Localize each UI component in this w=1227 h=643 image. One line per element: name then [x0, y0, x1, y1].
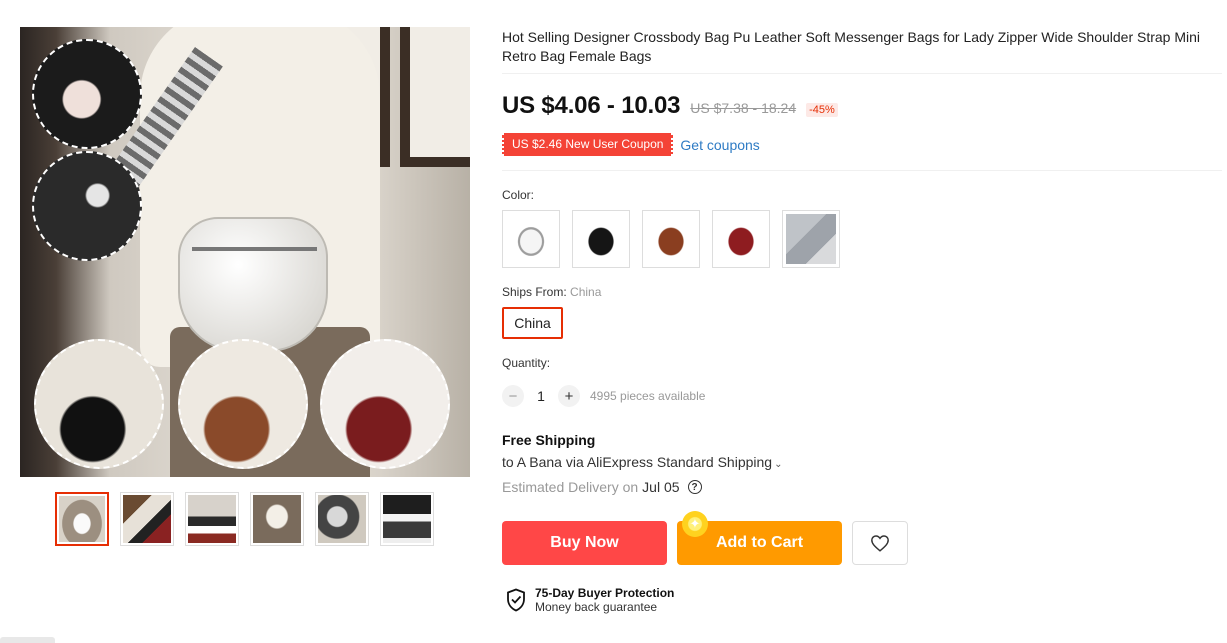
- color-swatch-gray[interactable]: [782, 210, 840, 268]
- thumbnail-4[interactable]: [250, 492, 304, 546]
- buyer-protection: 75-Day Buyer Protection Money back guara…: [506, 586, 674, 614]
- price-row: US $4.06 - 10.03 US $7.38 - 18.24 -45%: [502, 92, 838, 120]
- ships-from-selected: China: [570, 285, 602, 299]
- thumbnail-2[interactable]: [120, 492, 174, 546]
- protection-subtitle: Money back guarantee: [535, 600, 658, 614]
- delivery-date: Jul 05: [642, 479, 680, 495]
- estimated-delivery: Estimated Delivery on Jul 05 ?: [502, 479, 702, 495]
- detail-circle-brown-bag: [178, 339, 308, 469]
- chevron-down-icon: ⌄: [774, 459, 783, 470]
- white-bag: [178, 217, 328, 352]
- thumbnail-5[interactable]: [315, 492, 369, 546]
- color-swatches: [502, 210, 840, 268]
- main-product-image[interactable]: [20, 27, 470, 477]
- divider: [502, 73, 1222, 74]
- ships-from-option-china[interactable]: China: [502, 307, 563, 339]
- buy-now-button[interactable]: Buy Now: [502, 521, 667, 565]
- thumbnail-1[interactable]: [55, 492, 109, 546]
- color-swatch-white[interactable]: [502, 210, 560, 268]
- delivery-label: Estimated Delivery on: [502, 479, 639, 495]
- quantity-increase-button[interactable]: +: [558, 385, 580, 407]
- quantity-label: Quantity:: [502, 356, 551, 370]
- page-corner-tab: [0, 637, 55, 643]
- ships-from-text: Ships From:: [502, 285, 567, 299]
- new-user-coupon[interactable]: US $2.46 New User Coupon: [502, 133, 674, 156]
- current-price: US $4.06 - 10.03: [502, 92, 681, 119]
- shipping-method[interactable]: to A Bana via AliExpress Standard Shippi…: [502, 454, 782, 470]
- shield-check-icon: [507, 588, 525, 612]
- quantity-available: 4995 pieces available: [590, 389, 706, 403]
- quantity-decrease-button[interactable]: −: [502, 385, 524, 407]
- color-swatch-black[interactable]: [572, 210, 630, 268]
- protection-title: 75-Day Buyer Protection: [535, 586, 675, 600]
- help-icon[interactable]: ?: [687, 480, 702, 494]
- get-coupons-link[interactable]: Get coupons: [680, 137, 759, 153]
- thumbnail-strip: [55, 492, 434, 546]
- wishlist-button[interactable]: [852, 521, 908, 565]
- divider: [502, 170, 1222, 171]
- product-title: Hot Selling Designer Crossbody Bag Pu Le…: [502, 29, 1201, 64]
- discount-badge: -45%: [806, 103, 838, 117]
- sparkle-icon: ✦: [682, 511, 708, 537]
- color-swatch-red[interactable]: [712, 210, 770, 268]
- original-price: US $7.38 - 18.24: [690, 100, 797, 116]
- detail-circle-interior: [32, 39, 142, 149]
- thumbnail-6[interactable]: [380, 492, 434, 546]
- quantity-value[interactable]: 1: [524, 388, 558, 404]
- detail-circle-red-bag: [320, 339, 450, 469]
- color-label: Color:: [502, 188, 535, 202]
- ships-from-label: Ships From: China: [502, 285, 601, 299]
- coupon-row: US $2.46 New User Coupon Get coupons: [502, 133, 760, 156]
- thumbnail-3[interactable]: [185, 492, 239, 546]
- color-swatch-brown[interactable]: [642, 210, 700, 268]
- shipping-method-text: to A Bana via AliExpress Standard Shippi…: [502, 454, 773, 470]
- heart-icon: [871, 535, 889, 552]
- free-shipping-title: Free Shipping: [502, 432, 596, 448]
- wall-picture-frame: [400, 27, 470, 167]
- quantity-stepper: − 1 + 4995 pieces available: [502, 385, 705, 407]
- bag-zipper: [192, 247, 317, 251]
- detail-circle-black-bag: [34, 339, 164, 469]
- detail-circle-zipper: [32, 151, 142, 261]
